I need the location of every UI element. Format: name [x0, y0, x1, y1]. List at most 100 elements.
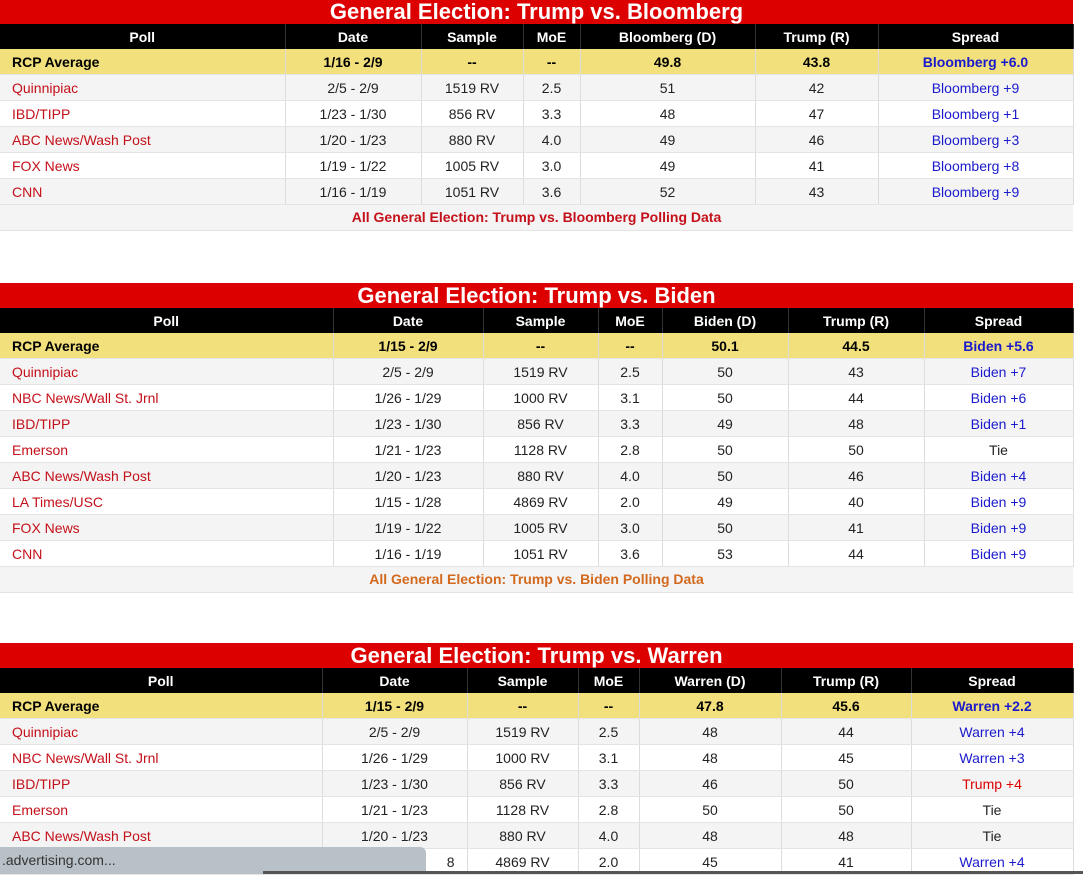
poll-rep: 41 [788, 514, 925, 541]
browser-status-bar: .advertising.com... [0, 847, 426, 874]
header-sample: Sample [467, 668, 579, 693]
poll-name-link[interactable]: Emerson [0, 796, 323, 823]
table-row: ABC News/Wash Post 1/20 - 1/23 880 RV 4.… [0, 462, 1074, 489]
poll-spread: Bloomberg +1 [878, 100, 1074, 127]
poll-rep: 50 [788, 436, 925, 463]
table-row: IBD/TIPP 1/23 - 1/30 856 RV 3.3 46 50 Tr… [0, 770, 1074, 797]
poll-name-link[interactable]: ABC News/Wash Post [0, 822, 323, 849]
poll-dem: 48 [639, 744, 782, 771]
poll-moe: 3.0 [523, 152, 581, 179]
poll-spread: Tie [911, 822, 1074, 849]
poll-date: 1/15 - 2/9 [322, 693, 468, 719]
poll-date: 1/20 - 1/23 [322, 822, 468, 849]
table-row: FOX News 1/19 - 1/22 1005 RV 3.0 50 41 B… [0, 514, 1074, 541]
polls-table: Poll Date Sample MoE Bloomberg (D) Trump… [0, 24, 1074, 205]
section-title[interactable]: General Election: Trump vs. Biden [0, 283, 1073, 308]
poll-moe: 3.1 [578, 744, 640, 771]
poll-name-link[interactable]: CNN [0, 540, 334, 567]
poll-sample: 1005 RV [483, 514, 599, 541]
header-date: Date [322, 668, 468, 693]
poll-moe: 4.0 [523, 126, 581, 153]
poll-name-link[interactable]: ABC News/Wash Post [0, 126, 286, 153]
poll-name-link[interactable]: IBD/TIPP [0, 100, 286, 127]
header-dem: Bloomberg (D) [580, 24, 756, 49]
poll-sample: 856 RV [421, 100, 524, 127]
table-row: IBD/TIPP 1/23 - 1/30 856 RV 3.3 48 47 Bl… [0, 100, 1074, 127]
table-row: Quinnipiac 2/5 - 2/9 1519 RV 2.5 50 43 B… [0, 358, 1074, 385]
poll-sample: 1051 RV [421, 178, 524, 205]
poll-name-link[interactable]: CNN [0, 178, 286, 205]
table-header-row: Poll Date Sample MoE Bloomberg (D) Trump… [0, 24, 1074, 49]
poll-dem: 50 [639, 796, 782, 823]
poll-name-link[interactable]: IBD/TIPP [0, 770, 323, 797]
poll-name-link[interactable]: NBC News/Wall St. Jrnl [0, 384, 334, 411]
poll-sample: 856 RV [483, 410, 599, 437]
header-dem: Biden (D) [662, 308, 789, 333]
header-spread: Spread [911, 668, 1074, 693]
polls-table: Poll Date Sample MoE Biden (D) Trump (R)… [0, 308, 1074, 567]
poll-moe: 2.0 [598, 488, 663, 515]
all-polling-data-link[interactable]: All General Election: Trump vs. Bloomber… [352, 209, 722, 225]
table-row: LA Times/USC 1/15 - 1/28 4869 RV 2.0 49 … [0, 488, 1074, 515]
poll-dem: 51 [580, 74, 756, 101]
poll-sample: -- [467, 693, 579, 719]
poll-name-link[interactable]: Quinnipiac [0, 74, 286, 101]
polls-table: Poll Date Sample MoE Warren (D) Trump (R… [0, 668, 1074, 875]
poll-date: 1/20 - 1/23 [333, 462, 484, 489]
poll-sample: 1000 RV [467, 744, 579, 771]
poll-name-link[interactable]: FOX News [0, 514, 334, 541]
poll-name-link[interactable]: Quinnipiac [0, 358, 334, 385]
poll-rep: 43.8 [755, 49, 879, 75]
poll-moe: 4.0 [578, 822, 640, 849]
poll-spread: Biden +7 [924, 358, 1074, 385]
poll-moe: -- [523, 49, 581, 75]
poll-spread: Warren +4 [911, 718, 1074, 745]
poll-rep: 46 [755, 126, 879, 153]
poll-sample: 880 RV [467, 822, 579, 849]
all-polling-data-row: All General Election: Trump vs. Biden Po… [0, 567, 1073, 593]
poll-rep: 44.5 [788, 333, 925, 359]
poll-dem: 48 [639, 822, 782, 849]
poll-rep: 44 [781, 718, 912, 745]
poll-moe: 3.0 [598, 514, 663, 541]
header-dem: Warren (D) [639, 668, 782, 693]
poll-name: RCP Average [0, 333, 334, 359]
poll-dem: 48 [580, 100, 756, 127]
poll-rep: 44 [788, 384, 925, 411]
poll-dem: 53 [662, 540, 789, 567]
poll-date: 1/21 - 1/23 [333, 436, 484, 463]
poll-spread: Warren +2.2 [911, 693, 1074, 719]
section-title[interactable]: General Election: Trump vs. Warren [0, 643, 1073, 668]
section-title[interactable]: General Election: Trump vs. Bloomberg [0, 0, 1073, 24]
poll-dem: 49 [662, 410, 789, 437]
header-moe: MoE [523, 24, 581, 49]
all-polling-data-link[interactable]: All General Election: Trump vs. Biden Po… [369, 571, 704, 587]
poll-rep: 41 [755, 152, 879, 179]
poll-rep: 40 [788, 488, 925, 515]
header-poll: Poll [0, 668, 323, 693]
poll-date: 1/19 - 1/22 [333, 514, 484, 541]
poll-dem: 49 [662, 488, 789, 515]
poll-name-link[interactable]: Emerson [0, 436, 334, 463]
poll-spread: Biden +6 [924, 384, 1074, 411]
poll-name-link[interactable]: LA Times/USC [0, 488, 334, 515]
poll-moe: 2.5 [578, 718, 640, 745]
poll-name-link[interactable]: Quinnipiac [0, 718, 323, 745]
poll-spread: Bloomberg +9 [878, 74, 1074, 101]
rcp-average-row: RCP Average 1/15 - 2/9 -- -- 47.8 45.6 W… [0, 693, 1074, 719]
poll-name-link[interactable]: ABC News/Wash Post [0, 462, 334, 489]
poll-moe: 3.3 [578, 770, 640, 797]
poll-name-link[interactable]: FOX News [0, 152, 286, 179]
poll-spread: Bloomberg +9 [878, 178, 1074, 205]
poll-rep: 50 [781, 796, 912, 823]
poll-sample: 1519 RV [483, 358, 599, 385]
table-row: Emerson 1/21 - 1/23 1128 RV 2.8 50 50 Ti… [0, 796, 1074, 823]
poll-name-link[interactable]: NBC News/Wall St. Jrnl [0, 744, 323, 771]
poll-dem: 50 [662, 436, 789, 463]
poll-name-link[interactable]: IBD/TIPP [0, 410, 334, 437]
poll-rep: 48 [781, 822, 912, 849]
warren-section: General Election: Trump vs. Warren Poll … [0, 643, 1074, 875]
poll-moe: 4.0 [598, 462, 663, 489]
poll-moe: 2.5 [598, 358, 663, 385]
poll-rep: 50 [781, 770, 912, 797]
